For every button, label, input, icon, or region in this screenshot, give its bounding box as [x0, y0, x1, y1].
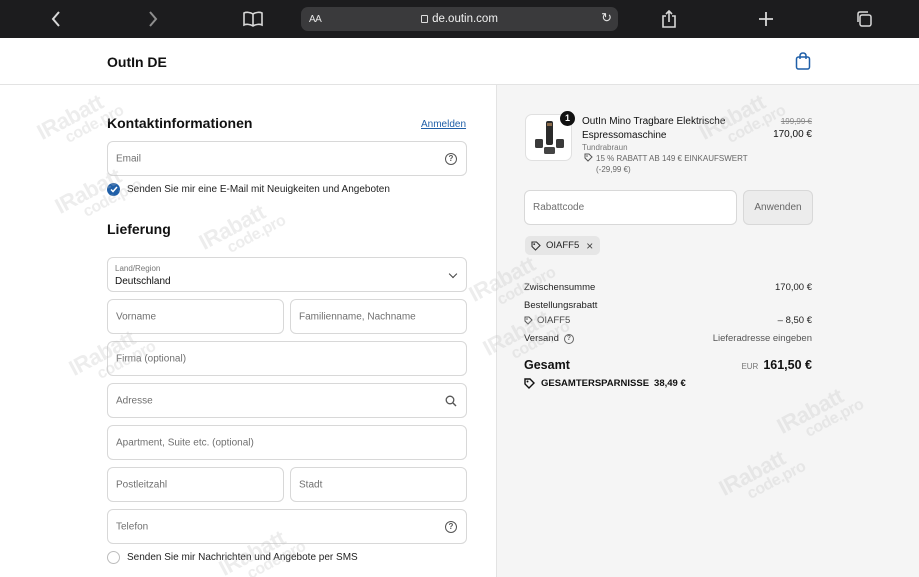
product-discount-text: 15 % RABATT AB 149 € EINKAUFSWERT (-29,9…	[596, 154, 748, 174]
applied-code: OIAFF5	[546, 240, 580, 251]
company-field[interactable]: Firma (optional)	[107, 341, 467, 376]
tag-icon	[584, 153, 593, 175]
discount-code-placeholder: Rabattcode	[533, 202, 585, 213]
forward-icon[interactable]	[138, 0, 168, 38]
product-variant: Tundrabraun	[582, 143, 628, 152]
shopping-bag-icon[interactable]	[795, 52, 811, 70]
bookmarks-icon[interactable]	[238, 0, 268, 38]
city-field[interactable]: Stadt	[290, 467, 467, 502]
last-name-placeholder: Familienname, Nachname	[299, 311, 416, 322]
newsletter-label: Senden Sie mir eine E-Mail mit Neuigkeit…	[127, 184, 390, 195]
help-icon[interactable]: ?	[445, 152, 457, 165]
sms-label: Senden Sie mir Nachrichten und Angebote …	[127, 552, 358, 563]
newsletter-checkbox-row[interactable]: Senden Sie mir eine E-Mail mit Neuigkeit…	[107, 183, 390, 196]
total-label: Gesamt	[524, 358, 570, 372]
new-tab-icon[interactable]	[751, 0, 781, 38]
contact-title: Kontaktinformationen	[107, 115, 253, 131]
sms-checkbox[interactable]	[107, 551, 120, 564]
address-placeholder: Adresse	[116, 395, 153, 406]
product-discount: 15 % RABATT AB 149 € EINKAUFSWERT (-29,9…	[584, 153, 754, 175]
first-name-placeholder: Vorname	[116, 311, 157, 322]
shipping-row: Versand ?	[524, 333, 574, 344]
email-placeholder: Email	[116, 153, 142, 164]
country-select[interactable]: Land/Region Deutschland	[107, 257, 467, 292]
applied-code-chip: OIAFF5 ×	[525, 236, 601, 255]
total-currency: EUR	[741, 362, 759, 371]
share-icon[interactable]	[654, 0, 684, 38]
total-value: 161,50 €	[763, 358, 812, 372]
first-name-field[interactable]: Vorname	[107, 299, 284, 334]
order-discount-code-row: OIAFF5	[524, 315, 570, 326]
quantity-badge: 1	[560, 111, 575, 126]
sms-checkbox-row[interactable]: Senden Sie mir Nachrichten und Angebote …	[107, 551, 358, 564]
url-text: de.outin.com	[432, 13, 498, 25]
total-savings: GESAMTERSPARNISSE 38,49 €	[524, 378, 686, 389]
order-discount-code: OIAFF5	[537, 315, 571, 326]
back-icon[interactable]	[41, 0, 71, 38]
chevron-down-icon	[448, 269, 458, 279]
remove-code-icon[interactable]: ×	[586, 239, 593, 253]
address-field[interactable]: Adresse	[107, 383, 467, 418]
apartment-field[interactable]: Apartment, Suite etc. (optional)	[107, 425, 467, 460]
tag-icon	[524, 378, 535, 389]
reload-icon[interactable]: ↻	[601, 10, 612, 26]
apply-button[interactable]: Anwenden	[743, 190, 813, 225]
newsletter-checkbox[interactable]	[107, 183, 120, 196]
country-label: Land/Region	[115, 264, 161, 273]
last-name-field[interactable]: Familienname, Nachname	[290, 299, 467, 334]
delivery-title: Lieferung	[107, 221, 171, 237]
order-discount-label: Bestellungsrabatt	[524, 300, 598, 311]
company-placeholder: Firma (optional)	[116, 353, 187, 364]
price-original: 199,99 €	[780, 117, 812, 126]
zip-field[interactable]: Postleitzahl	[107, 467, 284, 502]
browser-toolbar: AA de.outin.com ↻	[0, 0, 919, 38]
phone-field[interactable]: Telefon ?	[107, 509, 467, 544]
phone-placeholder: Telefon	[116, 521, 149, 532]
discount-code-input[interactable]: Rabattcode	[524, 190, 737, 225]
help-icon[interactable]: ?	[563, 333, 574, 344]
shipping-label: Versand	[524, 333, 559, 344]
login-link[interactable]: Anmelden	[421, 119, 466, 130]
subtotal-value: 170,00 €	[775, 282, 812, 293]
savings-value: 38,49 €	[654, 378, 686, 389]
email-field[interactable]: Email ?	[107, 141, 467, 176]
product-name: OutIn Mino Tragbare Elektrische Espresso…	[582, 116, 726, 141]
brand-logo[interactable]: OutIn DE	[107, 54, 167, 70]
lock-icon	[421, 15, 429, 23]
city-placeholder: Stadt	[299, 479, 323, 490]
zip-placeholder: Postleitzahl	[116, 479, 168, 490]
apartment-placeholder: Apartment, Suite etc. (optional)	[116, 437, 254, 448]
total-amount: EUR 161,50 €	[741, 358, 812, 372]
order-discount-value: – 8,50 €	[777, 315, 812, 326]
help-icon[interactable]: ?	[445, 520, 457, 533]
address-bar[interactable]: AA de.outin.com ↻	[301, 7, 618, 31]
search-icon	[445, 395, 457, 410]
store-header: OutIn DE	[0, 38, 919, 85]
tag-icon	[531, 240, 541, 251]
country-value: Deutschland	[115, 276, 171, 287]
savings-label: GESAMTERSPARNISSE	[541, 378, 650, 389]
subtotal-label: Zwischensumme	[524, 282, 596, 293]
tabs-overview-icon[interactable]	[849, 0, 879, 38]
price-current: 170,00 €	[773, 129, 812, 140]
tag-icon	[524, 316, 533, 325]
shipping-value: Lieferadresse eingeben	[712, 333, 812, 344]
